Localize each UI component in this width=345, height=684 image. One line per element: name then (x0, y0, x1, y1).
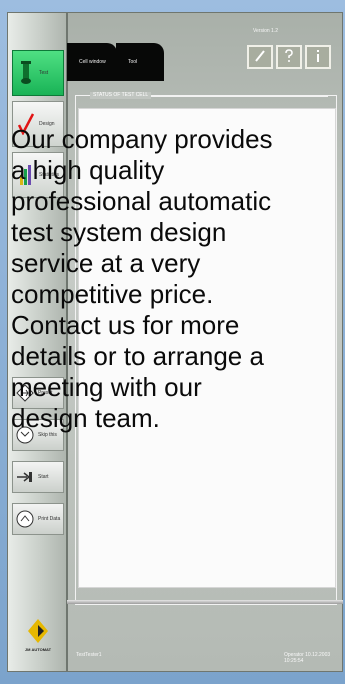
company-logo: JM AUTOMAT (12, 601, 64, 667)
info-button[interactable] (305, 45, 331, 69)
help-button[interactable] (276, 45, 302, 69)
test-button[interactable]: Test (12, 50, 64, 96)
edit-button[interactable] (247, 45, 273, 69)
message-text: Our company provides a high quality prof… (11, 124, 273, 433)
print-data-button[interactable]: Print Data (12, 503, 64, 535)
start-button-label: Start (38, 474, 49, 480)
group-title: STATUS OF TEST CELL (90, 92, 152, 99)
pencil-icon (253, 49, 267, 66)
tab-tool-label: Tool (128, 59, 138, 65)
version-label: Version 1.2 (252, 28, 278, 34)
logo-text: JM AUTOMAT (24, 646, 52, 652)
status-test-name: TestTester1 (76, 652, 102, 658)
test-button-label: Test (39, 70, 49, 76)
tab-tool[interactable]: Tool (116, 43, 164, 81)
info-icon (315, 49, 321, 66)
logo-icon (28, 618, 48, 643)
start-button[interactable]: Start (12, 461, 64, 493)
status-operator-datetime: Operator 10.12.2003 10:25:54 (284, 652, 331, 664)
question-mark-icon (284, 48, 294, 66)
start-arrow-icon (16, 466, 34, 488)
test-tube-icon (17, 59, 35, 87)
bottom-divider (67, 600, 343, 604)
tab-cell-window-label: Cell window (79, 59, 106, 65)
app-window: Test Design Statistics Preset Skip this (0, 0, 345, 684)
tab-cell-window[interactable]: Cell window (67, 43, 117, 81)
print-data-button-label: Print Data (38, 516, 61, 522)
print-icon (16, 508, 34, 530)
